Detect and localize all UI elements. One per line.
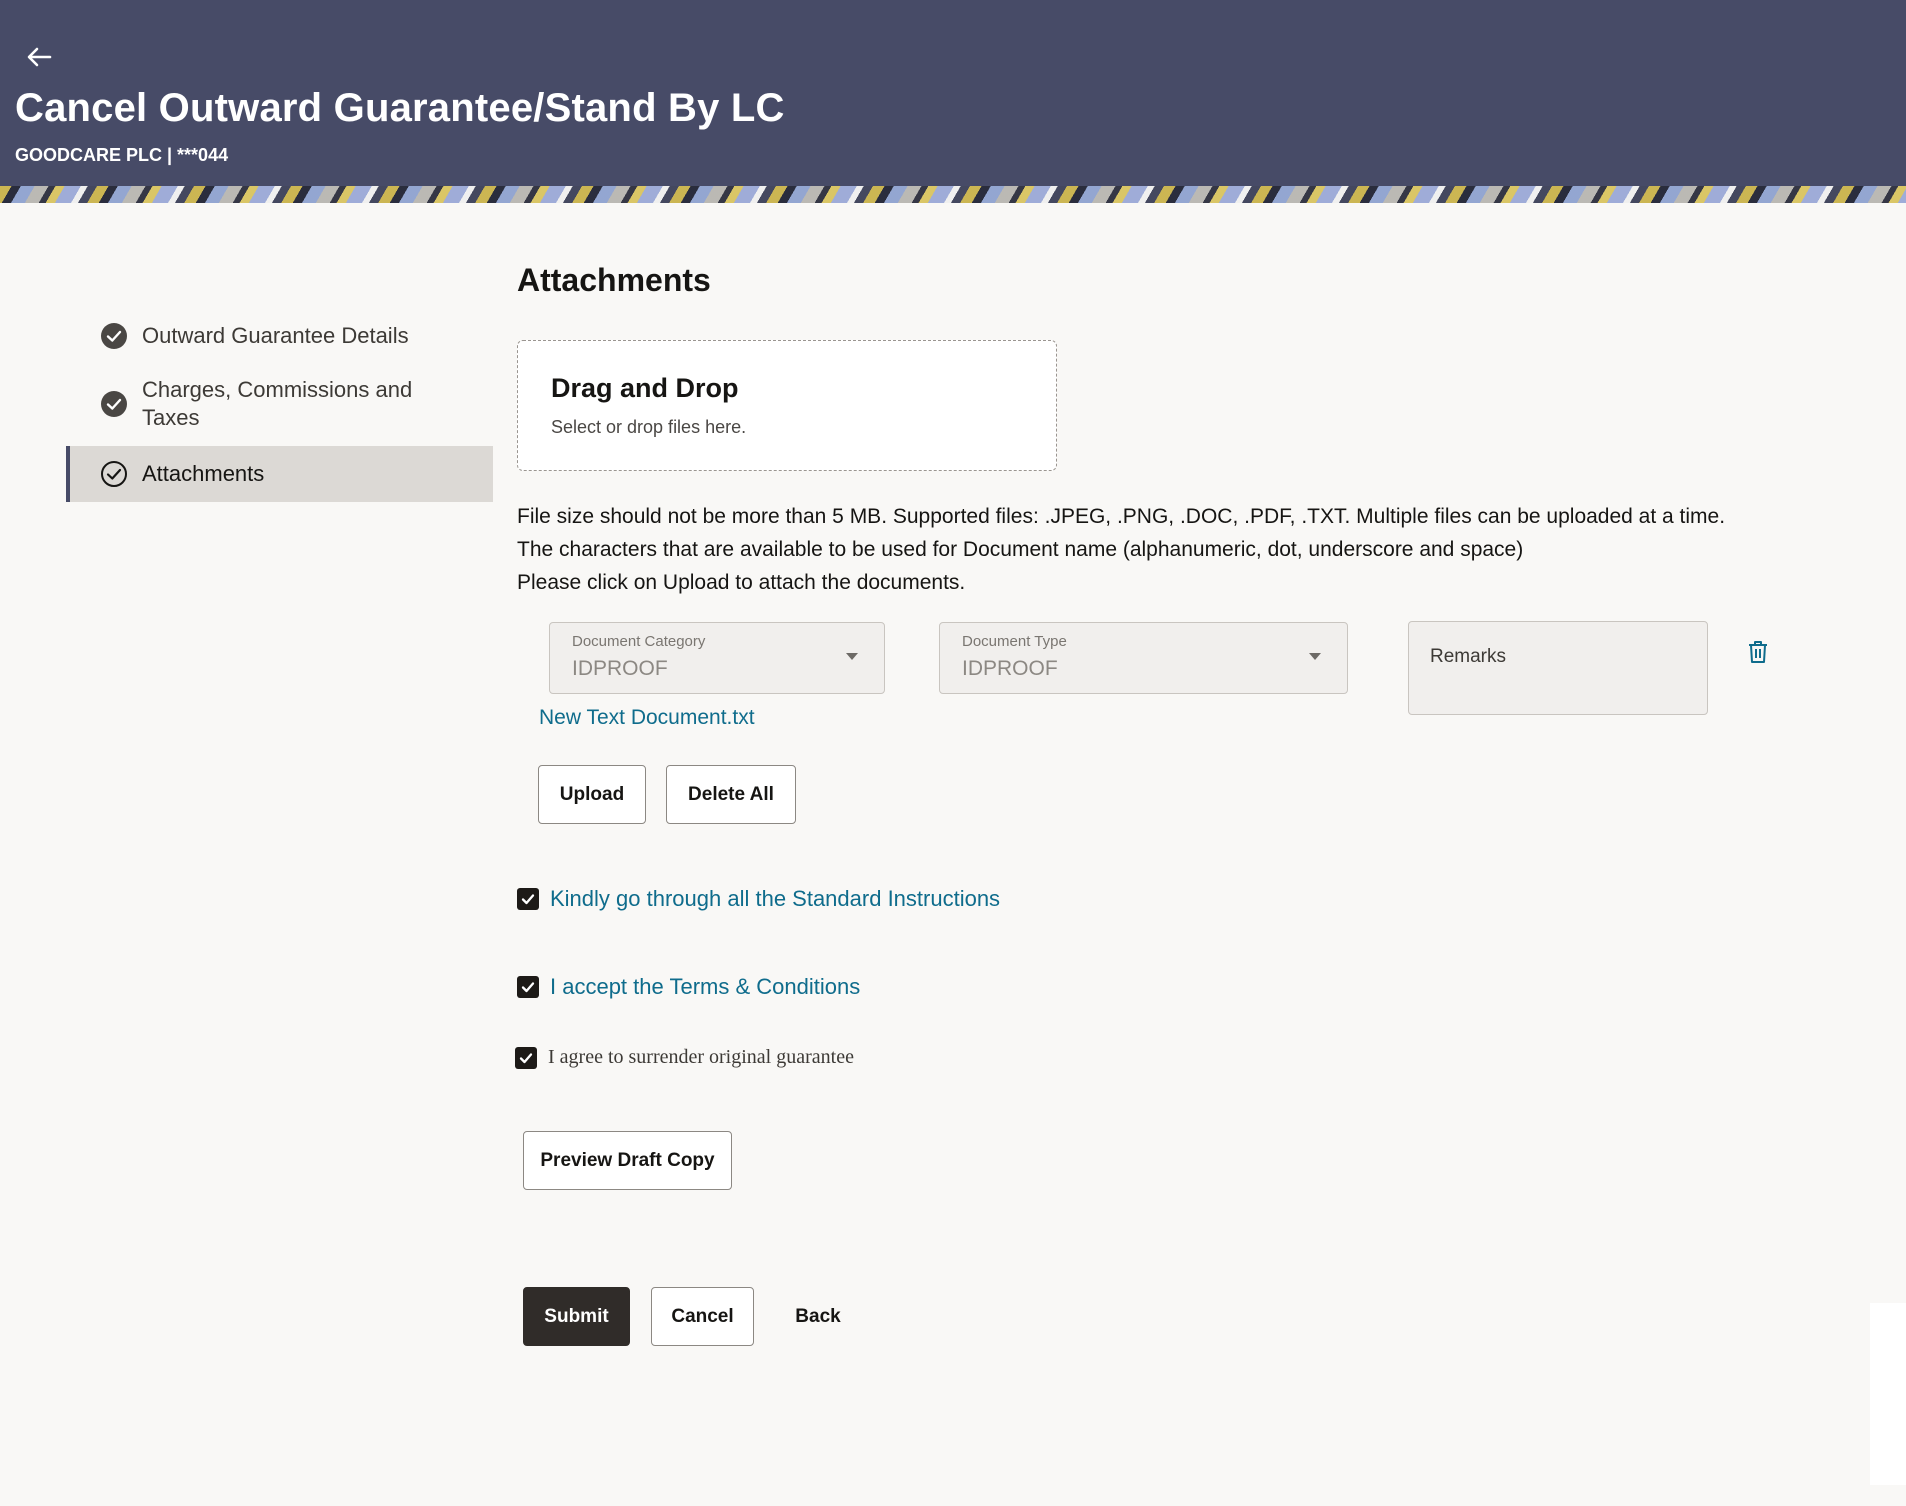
upload-instructions: File size should not be more than 5 MB. … — [517, 500, 1857, 599]
step-label: Charges, Commissions and Taxes — [142, 377, 413, 430]
field-label: Document Category — [572, 633, 706, 650]
document-category-select[interactable]: Document Category IDPROOF — [549, 622, 885, 694]
section-title: Attachments — [517, 262, 711, 298]
upload-button[interactable]: Upload — [538, 765, 646, 824]
trash-icon[interactable] — [1747, 640, 1769, 664]
back-arrow-icon[interactable] — [26, 44, 56, 74]
standard-instructions-checkbox[interactable]: Kindly go through all the Standard Instr… — [517, 886, 1000, 912]
dropzone-title: Drag and Drop — [551, 373, 739, 403]
document-type-select[interactable]: Document Type IDPROOF — [939, 622, 1348, 694]
check-circle-filled-icon — [101, 323, 127, 349]
terms-checkbox[interactable]: I accept the Terms & Conditions — [517, 974, 860, 1000]
surrender-guarantee-label: I agree to surrender original guarantee — [548, 1046, 854, 1068]
submit-button[interactable]: Submit — [523, 1287, 630, 1346]
uploaded-file-link[interactable]: New Text Document.txt — [539, 706, 755, 730]
side-panel-edge — [1870, 1303, 1906, 1485]
remarks-input[interactable]: Remarks — [1408, 621, 1708, 715]
field-label: Document Type — [962, 633, 1067, 650]
page-header: Cancel Outward Guarantee/Stand By LC GOO… — [0, 0, 1906, 186]
terms-conditions-link[interactable]: I accept the Terms & Conditions — [550, 974, 860, 1000]
main-content: Attachments Drag and Drop Select or drop… — [515, 262, 1857, 1346]
account-info: GOODCARE PLC | ***044 — [15, 145, 229, 165]
back-button[interactable]: Back — [773, 1287, 863, 1346]
remarks-placeholder: Remarks — [1430, 646, 1507, 667]
stepper: Outward Guarantee Details Charges, Commi… — [66, 310, 493, 502]
info-line: File size should not be more than 5 MB. … — [517, 505, 1726, 528]
info-line: The characters that are available to be … — [517, 538, 1524, 561]
checkmark-icon — [521, 982, 535, 993]
step-label: Attachments — [142, 461, 265, 486]
cancel-button[interactable]: Cancel — [651, 1287, 754, 1346]
page: Cancel Outward Guarantee/Stand By LC GOO… — [0, 0, 1906, 1506]
step-outward-guarantee-details[interactable]: Outward Guarantee Details — [66, 310, 493, 362]
decorative-banner — [0, 186, 1906, 203]
step-attachments[interactable]: Attachments — [66, 446, 493, 502]
delete-all-button[interactable]: Delete All — [666, 765, 796, 824]
checkmark-icon — [521, 894, 535, 905]
standard-instructions-link[interactable]: Kindly go through all the Standard Instr… — [550, 886, 1000, 912]
chevron-down-icon — [846, 653, 858, 660]
checkbox-checked[interactable] — [515, 1046, 537, 1069]
field-value: IDPROOF — [572, 657, 668, 680]
arrow-left-icon — [27, 47, 52, 67]
checkmark-icon — [519, 1052, 533, 1063]
checkbox-checked[interactable] — [517, 976, 539, 998]
check-circle-filled-icon — [101, 391, 127, 417]
file-dropzone[interactable]: Drag and Drop Select or drop files here. — [517, 340, 1057, 471]
trash-icon-glyph — [1749, 641, 1767, 663]
preview-draft-copy-button[interactable]: Preview Draft Copy — [523, 1131, 732, 1190]
info-line: Please click on Upload to attach the doc… — [517, 571, 966, 594]
step-label: Outward Guarantee Details — [142, 323, 409, 348]
surrender-guarantee-checkbox[interactable]: I agree to surrender original guarantee — [515, 1046, 854, 1069]
step-charges-commissions-taxes[interactable]: Charges, Commissions and Taxes — [66, 364, 493, 444]
chevron-down-icon — [1309, 653, 1321, 660]
page-title: Cancel Outward Guarantee/Stand By LC — [15, 86, 785, 130]
field-value: IDPROOF — [962, 657, 1058, 680]
dropzone-subtitle: Select or drop files here. — [551, 417, 747, 437]
checkbox-checked[interactable] — [517, 888, 539, 910]
check-circle-outline-icon — [101, 461, 127, 487]
